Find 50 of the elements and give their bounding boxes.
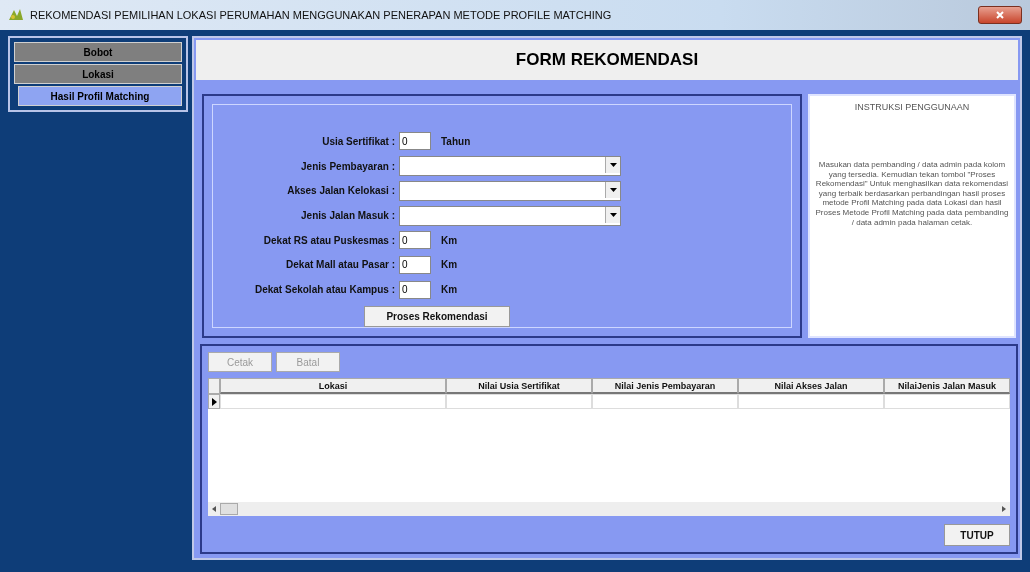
dropdown-arrow-icon: [609, 212, 617, 217]
dropdown-arrow-icon: [609, 187, 617, 192]
dropdown-arrow-icon: [609, 163, 617, 168]
table-cell[interactable]: [446, 394, 592, 409]
row-pointer-icon: [211, 397, 217, 406]
column-header[interactable]: Lokasi: [220, 378, 446, 394]
process-button[interactable]: Proses Rekomendasi: [364, 306, 510, 327]
app-logo-icon: [8, 8, 24, 22]
field-label: Dekat Mall atau Pasar :: [285, 259, 395, 271]
sidebar-item[interactable]: Hasil Profil Matching: [18, 86, 182, 106]
column-header[interactable]: Nilai Usia Sertifikat: [446, 378, 592, 394]
dropdown-field[interactable]: [399, 156, 621, 177]
close-icon: [996, 11, 1004, 19]
sidebar-item[interactable]: Bobot: [14, 42, 182, 62]
unit-label: Km: [441, 259, 458, 271]
input-field[interactable]: 0: [399, 132, 431, 151]
field-label: Jenis Jalan Masuk :: [300, 210, 395, 221]
row-selector[interactable]: [208, 394, 220, 409]
table-cell[interactable]: [884, 394, 1010, 409]
table-corner: [208, 378, 220, 394]
field-label: Usia Sertifikat :: [321, 135, 395, 147]
table-cell[interactable]: [592, 394, 738, 409]
scroll-left-icon[interactable]: [212, 506, 216, 512]
field-label: Dekat Sekolah atau Kampus :: [253, 284, 395, 296]
column-header[interactable]: Nilai Akses Jalan: [738, 378, 884, 394]
input-field[interactable]: 0: [399, 231, 431, 250]
dropdown-field[interactable]: [399, 180, 621, 201]
table-cell[interactable]: [738, 394, 884, 409]
column-header[interactable]: NilaiJenis Jalan Masuk: [884, 378, 1010, 394]
horizontal-scrollbar[interactable]: [208, 502, 1010, 516]
close-form-button[interactable]: TUTUP: [944, 524, 1010, 546]
sidebar-item[interactable]: Lokasi: [14, 64, 182, 84]
field-label: Dekat RS atau Puskesmas :: [262, 234, 395, 246]
field-label: Jenis Pembayaran :: [300, 160, 395, 172]
dropdown-field[interactable]: [399, 205, 621, 226]
table-cell[interactable]: [220, 394, 446, 409]
unit-label: Km: [441, 234, 458, 246]
instructions-text: Masukan data pembanding / data admin pada kolom yang tersedia. Kemudian tekan tombol "Proses Rekomendasi" Untuk menghasilkan data rekomendasi yang terbaik berdasarkan perbandingan hasil proses metode Profil Matching pada data Lokasi dan hasil Proses Metode Profil Matching pada data pembanding / data admin pada halaman cetak.: [814, 160, 1010, 228]
field-label: Akses Jalan Kelokasi :: [286, 185, 395, 197]
form-title: FORM REKOMENDASI: [515, 50, 699, 70]
scrollbar-thumb[interactable]: [220, 503, 238, 515]
input-field[interactable]: 0: [399, 255, 431, 274]
unit-label: Tahun: [441, 135, 471, 147]
window-title: REKOMENDASI PEMILIHAN LOKASI PERUMAHAN MENGGUNAKAN PENERAPAN METODE PROFILE MATCHING: [30, 9, 612, 21]
close-button[interactable]: [978, 6, 1022, 24]
unit-label: Km: [441, 284, 458, 296]
scroll-right-icon[interactable]: [1002, 506, 1006, 512]
column-header[interactable]: Nilai Jenis Pembayaran: [592, 378, 738, 394]
instructions-title: INSTRUKSI PENGGUNAAN: [854, 102, 970, 112]
input-field[interactable]: 0: [399, 280, 431, 299]
